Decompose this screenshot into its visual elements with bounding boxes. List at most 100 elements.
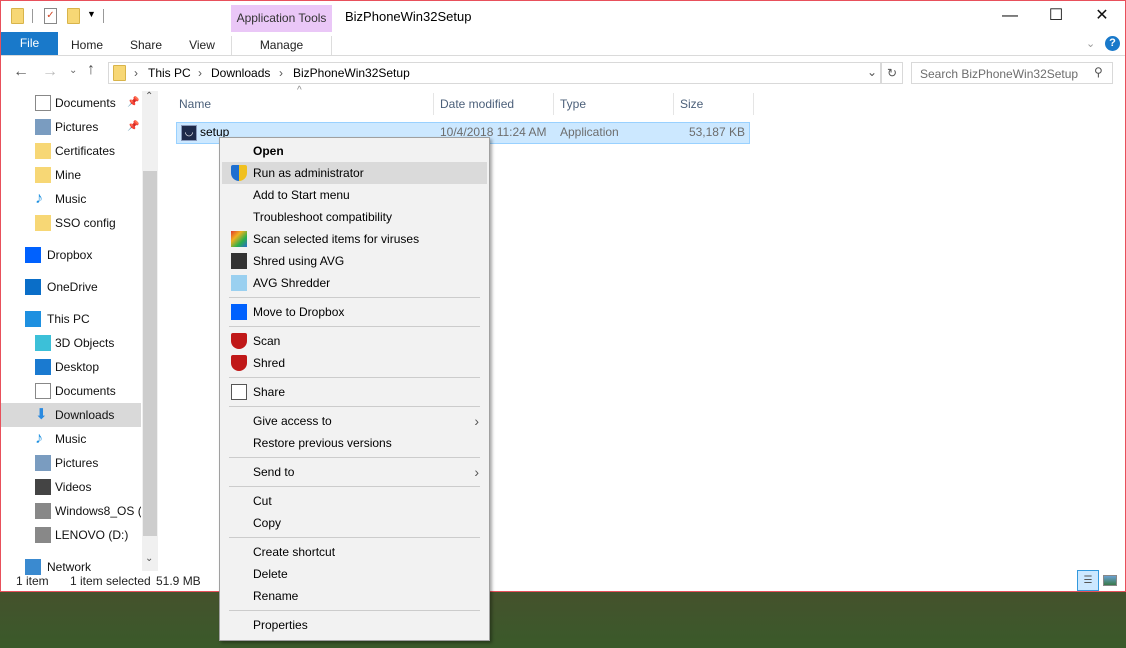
- menu-item-add-to-start-menu[interactable]: Add to Start menu: [222, 184, 487, 206]
- sidebar-item[interactable]: Videos: [1, 475, 141, 499]
- divider: [32, 9, 33, 23]
- customize-dropdown-icon[interactable]: ▼: [87, 9, 96, 19]
- properties-check-icon[interactable]: ✓: [44, 8, 57, 24]
- sidebar-item-label: Dropbox: [47, 248, 93, 262]
- search-input[interactable]: Search BizPhoneWin32Setup ⚲: [911, 62, 1113, 84]
- tab-share[interactable]: Share: [121, 36, 171, 56]
- sidebar-item-label: Videos: [55, 480, 92, 494]
- column-name[interactable]: Name: [173, 93, 434, 115]
- menu-item-copy[interactable]: Copy: [222, 512, 487, 534]
- breadcrumb-downloads[interactable]: Downloads: [211, 66, 270, 80]
- drive-icon: [35, 503, 51, 519]
- scrollbar-thumb[interactable]: [143, 171, 157, 536]
- sidebar-item[interactable]: ⬇ Downloads: [1, 403, 141, 427]
- maximize-button[interactable]: ☐: [1033, 1, 1079, 31]
- menu-item-send-to[interactable]: Send to ›: [222, 461, 487, 483]
- large-icons-view-button[interactable]: [1103, 575, 1117, 586]
- tab-manage[interactable]: Manage: [231, 36, 332, 56]
- menu-item-open[interactable]: Open: [222, 140, 487, 162]
- menu-item-share[interactable]: Share: [222, 381, 487, 403]
- chevron-right-icon: ›: [134, 66, 138, 80]
- sidebar-item[interactable]: 3D Objects: [1, 331, 141, 355]
- sidebar-item[interactable]: Pictures 📌: [1, 115, 141, 139]
- folder-icon[interactable]: [11, 8, 24, 24]
- scroll-down-icon[interactable]: ⌄: [145, 553, 153, 564]
- scroll-up-icon[interactable]: ⌃: [145, 91, 153, 102]
- sidebar-item[interactable]: Certificates: [1, 139, 141, 163]
- address-bar[interactable]: › This PC › Downloads › BizPhoneWin32Set…: [108, 62, 881, 84]
- sidebar-item-label: Pictures: [55, 120, 99, 134]
- folder-icon: [113, 65, 126, 81]
- menu-item-avg-shredder[interactable]: AVG Shredder: [222, 272, 487, 294]
- menu-item-label: Share: [253, 385, 286, 399]
- sidebar-item[interactable]: OneDrive: [1, 275, 141, 299]
- network-icon: [25, 559, 41, 575]
- tab-home[interactable]: Home: [61, 36, 113, 56]
- menu-item-move-to-dropbox[interactable]: Move to Dropbox: [222, 301, 487, 323]
- menu-item-scan-selected-items-for-viruses[interactable]: Scan selected items for viruses: [222, 228, 487, 250]
- sidebar-item[interactable]: Mine: [1, 163, 141, 187]
- sidebar-scrollbar[interactable]: ⌃ ⌄: [142, 91, 158, 571]
- column-size[interactable]: Size: [674, 93, 754, 115]
- address-dropdown-icon[interactable]: ⌄: [867, 65, 877, 79]
- status-size: 51.9 MB: [156, 574, 201, 588]
- menu-item-scan[interactable]: Scan: [222, 330, 487, 352]
- file-size: 53,187 KB: [688, 125, 745, 139]
- submenu-arrow-icon: ›: [474, 464, 479, 480]
- new-folder-icon[interactable]: [67, 8, 80, 24]
- minimize-button[interactable]: —: [987, 1, 1033, 31]
- sidebar-item[interactable]: SSO config: [1, 211, 141, 235]
- menu-item-label: Scan: [253, 334, 281, 348]
- document-icon: [35, 95, 51, 111]
- menu-separator: [229, 537, 480, 538]
- sidebar-item[interactable]: ♪ Music: [1, 427, 141, 451]
- menu-item-troubleshoot-compatibility[interactable]: Troubleshoot compatibility: [222, 206, 487, 228]
- folder-icon: [35, 215, 51, 231]
- up-button[interactable]: ↑: [87, 61, 95, 79]
- menu-item-run-as-administrator[interactable]: Run as administrator: [222, 162, 487, 184]
- sidebar-item[interactable]: Dropbox: [1, 243, 141, 267]
- sidebar-item[interactable]: Documents: [1, 379, 141, 403]
- column-date-modified[interactable]: Date modified: [434, 93, 554, 115]
- menu-item-shred-using-avg[interactable]: Shred using AVG: [222, 250, 487, 272]
- sidebar-item[interactable]: LENOVO (D:): [1, 523, 141, 547]
- sidebar-item[interactable]: Documents 📌: [1, 91, 141, 115]
- forward-button[interactable]: →: [42, 63, 58, 81]
- help-icon[interactable]: ?: [1105, 36, 1120, 51]
- status-item-count: 1 item: [16, 574, 49, 588]
- menu-item-properties[interactable]: Properties: [222, 614, 487, 636]
- breadcrumb-current[interactable]: BizPhoneWin32Setup: [293, 66, 410, 80]
- menu-item-rename[interactable]: Rename: [222, 585, 487, 607]
- tab-view[interactable]: View: [179, 36, 225, 56]
- breadcrumb-this-pc[interactable]: This PC: [148, 66, 191, 80]
- sidebar-item-label: Desktop: [55, 360, 100, 374]
- sidebar-item[interactable]: Desktop: [1, 355, 141, 379]
- refresh-button[interactable]: ↻: [881, 62, 903, 84]
- menu-item-cut[interactable]: Cut: [222, 490, 487, 512]
- details-view-button[interactable]: ☰: [1077, 570, 1099, 591]
- pin-icon[interactable]: 📌: [127, 115, 139, 139]
- menu-item-give-access-to[interactable]: Give access to ›: [222, 410, 487, 432]
- tab-file[interactable]: File: [1, 32, 58, 55]
- folder-icon: [35, 143, 51, 159]
- sidebar-item[interactable]: ♪ Music: [1, 187, 141, 211]
- close-button[interactable]: ✕: [1079, 1, 1125, 31]
- back-button[interactable]: ←: [13, 63, 29, 81]
- column-type[interactable]: Type: [554, 93, 674, 115]
- pin-icon[interactable]: 📌: [127, 91, 139, 115]
- menu-item-delete[interactable]: Delete: [222, 563, 487, 585]
- expand-ribbon-icon[interactable]: ⌄: [1086, 37, 1095, 50]
- recent-locations-icon[interactable]: ⌄: [69, 65, 77, 76]
- desktop-icon: [35, 359, 51, 375]
- menu-item-create-shortcut[interactable]: Create shortcut: [222, 541, 487, 563]
- sidebar-item[interactable]: Windows8_OS (C:): [1, 499, 141, 523]
- menu-item-restore-previous-versions[interactable]: Restore previous versions: [222, 432, 487, 454]
- menu-separator: [229, 406, 480, 407]
- menu-separator: [229, 457, 480, 458]
- sidebar-item[interactable]: Pictures: [1, 451, 141, 475]
- menu-item-label: Send to: [253, 465, 295, 479]
- menu-item-label: AVG Shredder: [253, 276, 331, 290]
- menu-item-shred[interactable]: Shred: [222, 352, 487, 374]
- sidebar-item[interactable]: This PC: [1, 307, 141, 331]
- navigation-pane: Documents 📌 Pictures 📌 Certificates Mine ♪ Musi…: [1, 91, 159, 575]
